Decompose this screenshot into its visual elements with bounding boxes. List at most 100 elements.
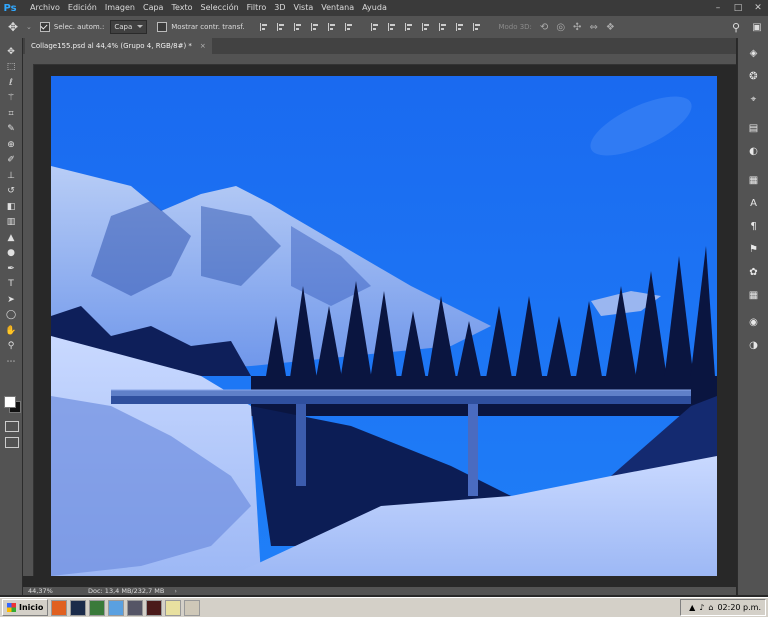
vertical-ruler[interactable]: [23, 64, 34, 576]
paragraph-icon[interactable]: ¶: [738, 215, 768, 238]
3d-roll-icon[interactable]: ◎: [556, 22, 565, 33]
character-icon[interactable]: A: [738, 192, 768, 215]
network-icon[interactable]: ⌂: [708, 603, 713, 612]
align-right-icon[interactable]: [343, 21, 355, 33]
menu-3d[interactable]: 3D: [270, 0, 289, 16]
menu-archivo[interactable]: Archivo: [26, 0, 64, 16]
clone-stamp-icon[interactable]: ⊥: [0, 168, 22, 184]
menu-vista[interactable]: Vista: [290, 0, 318, 16]
close-button[interactable]: ✕: [748, 0, 768, 16]
layers-icon[interactable]: ◈: [738, 42, 768, 65]
menu-capa[interactable]: Capa: [139, 0, 167, 16]
styles-icon[interactable]: ⚑: [738, 238, 768, 261]
3d-pan-icon[interactable]: ✣: [573, 22, 581, 33]
dropbox-taskbar-icon[interactable]: [108, 599, 125, 616]
more-tools-icon[interactable]: ⋯: [0, 354, 22, 370]
swatches-icon[interactable]: ✿: [738, 261, 768, 284]
horizontal-ruler[interactable]: [33, 54, 736, 65]
distribute-right-icon[interactable]: [454, 21, 466, 33]
align-top-icon[interactable]: [258, 21, 270, 33]
volume-icon[interactable]: ♪: [699, 603, 704, 612]
healing-brush-icon[interactable]: ⊕: [0, 137, 22, 153]
zoom-tool-icon[interactable]: ⚲: [0, 339, 22, 355]
app2-taskbar-icon[interactable]: [127, 599, 144, 616]
menu-imagen[interactable]: Imagen: [101, 0, 139, 16]
align-hcenter-icon[interactable]: [326, 21, 338, 33]
workspace-icon[interactable]: ▣: [746, 22, 768, 33]
illustrator-taskbar-icon[interactable]: [146, 599, 163, 616]
auto-align-icon[interactable]: [471, 21, 483, 33]
paths-icon[interactable]: ⌖: [738, 88, 768, 111]
show-transform-checkbox[interactable]: [157, 22, 168, 32]
move-tool-preset-icon[interactable]: ✥: [0, 16, 26, 38]
screen-mode-icon[interactable]: [5, 437, 19, 448]
distribute-vcenter-icon[interactable]: [386, 21, 398, 33]
app-taskbar-icon[interactable]: [89, 599, 106, 616]
menu-seleccion[interactable]: Selección: [197, 0, 243, 16]
brave-browser-icon[interactable]: [51, 599, 68, 616]
status-arrow-icon[interactable]: ›: [174, 587, 177, 595]
minimize-button[interactable]: –: [708, 0, 728, 16]
quick-mask-icon[interactable]: [5, 421, 19, 432]
marquee-tool-icon[interactable]: ⬚: [0, 60, 22, 76]
foreground-color-swatch[interactable]: [4, 396, 16, 408]
explorer-taskbar-icon[interactable]: [165, 599, 182, 616]
eyedropper-icon[interactable]: ✎: [0, 122, 22, 138]
properties-icon[interactable]: ▤: [738, 117, 768, 140]
align-bottom-icon[interactable]: [292, 21, 304, 33]
tray-icon-1[interactable]: ▲: [689, 603, 695, 612]
histogram-icon[interactable]: ◉: [738, 311, 768, 334]
landscape-photo: [51, 76, 717, 576]
magic-wand-icon[interactable]: ⚚: [0, 91, 22, 107]
distribute-left-icon[interactable]: [420, 21, 432, 33]
os-taskbar: Inicio ▲ ♪ ⌂ 02:20 p.m.: [0, 597, 768, 617]
gradient-tool-icon[interactable]: ▥: [0, 215, 22, 231]
dodge-tool-icon[interactable]: ●: [0, 246, 22, 262]
move-tool-icon[interactable]: ✥: [0, 44, 22, 60]
zoom-level[interactable]: 44,37%: [28, 587, 88, 595]
distribute-bottom-icon[interactable]: [403, 21, 415, 33]
type-tool-icon[interactable]: T: [0, 277, 22, 293]
menu-filtro[interactable]: Filtro: [243, 0, 271, 16]
3d-slide-icon[interactable]: ⇔: [589, 22, 597, 33]
start-button[interactable]: Inicio: [2, 599, 49, 616]
close-tab-icon[interactable]: ×: [200, 42, 206, 50]
libraries-icon[interactable]: ▦: [738, 169, 768, 192]
distribute-top-icon[interactable]: [369, 21, 381, 33]
menu-edicion[interactable]: Edición: [64, 0, 101, 16]
navigator-icon[interactable]: ◑: [738, 334, 768, 357]
crop-tool-icon[interactable]: ⌗: [0, 106, 22, 122]
hand-tool-icon[interactable]: ✋: [0, 323, 22, 339]
shape-tool-icon[interactable]: ◯: [0, 308, 22, 324]
canvas-image[interactable]: [51, 76, 717, 576]
search-icon[interactable]: ⚲: [726, 21, 746, 34]
app3-taskbar-icon[interactable]: [184, 599, 201, 616]
chevron-down-icon[interactable]: ⌄: [26, 23, 32, 31]
3d-scale-icon[interactable]: ❖: [606, 22, 615, 33]
history-brush-icon[interactable]: ↺: [0, 184, 22, 200]
brush-tool-icon[interactable]: ✐: [0, 153, 22, 169]
menu-ventana[interactable]: Ventana: [317, 0, 358, 16]
3d-orbit-icon[interactable]: ⟲: [540, 22, 548, 33]
path-select-icon[interactable]: ➤: [0, 292, 22, 308]
align-left-icon[interactable]: [309, 21, 321, 33]
clock[interactable]: 02:20 p.m.: [717, 603, 761, 612]
pen-tool-icon[interactable]: ✒: [0, 261, 22, 277]
document-tab-title: Collage155.psd al 44,4% (Grupo 4, RGB/8#…: [31, 42, 192, 50]
distribute-hcenter-icon[interactable]: [437, 21, 449, 33]
menu-ayuda[interactable]: Ayuda: [358, 0, 391, 16]
maximize-button[interactable]: □: [728, 0, 748, 16]
doc-info[interactable]: Doc: 13,4 MB/232,7 MB: [88, 587, 164, 595]
auto-select-checkbox[interactable]: [39, 22, 50, 32]
color-icon[interactable]: ▦: [738, 284, 768, 307]
document-tab[interactable]: Collage155.psd al 44,4% (Grupo 4, RGB/8#…: [25, 38, 212, 54]
eraser-icon[interactable]: ◧: [0, 199, 22, 215]
align-vcenter-icon[interactable]: [275, 21, 287, 33]
menu-texto[interactable]: Texto: [167, 0, 196, 16]
auto-select-dropdown[interactable]: Capa: [110, 20, 148, 34]
channels-icon[interactable]: ❂: [738, 65, 768, 88]
blur-tool-icon[interactable]: ▲: [0, 230, 22, 246]
lasso-tool-icon[interactable]: ℓ: [0, 75, 22, 91]
photoshop-taskbar-icon[interactable]: [70, 599, 87, 616]
adjustments-icon[interactable]: ◐: [738, 140, 768, 163]
